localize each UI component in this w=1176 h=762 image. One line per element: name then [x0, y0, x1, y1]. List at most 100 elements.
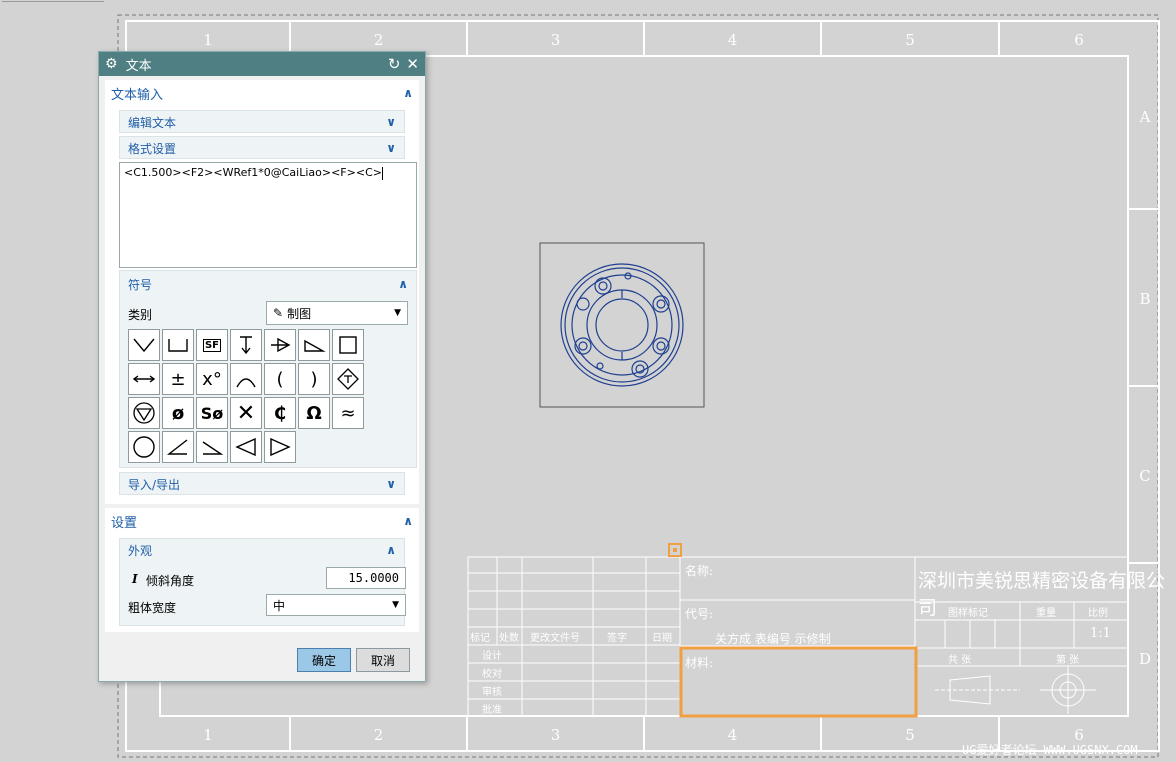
slant-angle-input[interactable]: 15.0000: [326, 567, 406, 589]
symbol-omega[interactable]: Ω: [298, 397, 330, 429]
slant-value: 15.0000: [348, 571, 399, 585]
settings-header[interactable]: 设置 ∧: [105, 508, 419, 534]
drafting-icon: ✎: [273, 306, 284, 320]
import-export-section[interactable]: 导入/导出 ∨: [119, 472, 405, 495]
symbol-circle[interactable]: [128, 431, 160, 463]
appearance-header[interactable]: 外观 ∧: [120, 539, 404, 561]
settings-group: 设置 ∧ 外观 ∧ I 倾斜角度 15.0000 粗体宽度 中 ▼: [105, 508, 419, 632]
bold-width-select[interactable]: 中 ▼: [266, 594, 406, 616]
cancel-button[interactable]: 取消: [356, 648, 410, 672]
chevron-up-icon: ∧: [398, 277, 408, 291]
symbol-surface-finish[interactable]: [128, 329, 160, 361]
symbol-right-paren[interactable]: ): [298, 363, 330, 395]
edit-text-section[interactable]: 编辑文本 ∨: [119, 110, 405, 133]
italic-icon: I: [132, 572, 138, 586]
symbol-depth[interactable]: [230, 329, 262, 361]
symbol-angle[interactable]: [162, 431, 194, 463]
rev-header-sign: 签字: [607, 633, 627, 644]
zone-top-5: 5: [905, 31, 915, 49]
rev-header-mark: 标记: [470, 633, 490, 644]
symbol-header[interactable]: 符号 ∧: [120, 271, 416, 297]
zone-right-b: B: [1139, 290, 1151, 308]
text-input-header[interactable]: 文本输入 ∧: [105, 80, 419, 106]
symbol-title: 符号: [128, 277, 153, 292]
symbol-spotface[interactable]: SF: [196, 329, 228, 361]
category-value: 制图: [287, 306, 312, 321]
symbol-approx[interactable]: ≈: [332, 397, 364, 429]
symbol-left-paren[interactable]: (: [264, 363, 296, 395]
sheet-label-scale: 比例: [1088, 608, 1108, 619]
symbol-plus-minus[interactable]: ±: [162, 363, 194, 395]
slant-label: 倾斜角度: [146, 574, 195, 588]
text-dialog[interactable]: ⚙ 文本 ↻ ✕ 文本输入 ∧ 编辑文本 ∨ 格式设置 ∨ <C1.500><F…: [98, 51, 426, 682]
symbol-cross[interactable]: ✕: [230, 397, 262, 429]
chevron-down-icon: ∨: [386, 141, 396, 155]
zone-bottom-2: 2: [373, 726, 384, 744]
text-input-group: 文本输入 ∧ 编辑文本 ∨ 格式设置 ∨ <C1.500><F2><WRef1*…: [105, 80, 419, 504]
rev-header-count: 处数: [499, 633, 519, 644]
category-select[interactable]: ✎ 制图 ▼: [266, 301, 408, 325]
zone-top-1: 1: [203, 31, 213, 49]
settings-title: 设置: [111, 515, 138, 531]
format-settings-label: 格式设置: [128, 141, 177, 156]
symbol-square[interactable]: [332, 329, 364, 361]
symbol-datum-target[interactable]: [332, 363, 364, 395]
rev-header-date: 日期: [652, 633, 672, 644]
zone-bottom-1: 1: [203, 726, 213, 744]
chevron-down-icon: ∨: [386, 115, 396, 129]
code-label: 代号:: [685, 607, 714, 621]
sign-row-approve: 批准: [482, 705, 502, 716]
page-total: 共 张: [948, 655, 972, 666]
chevron-up-icon: ∧: [403, 86, 413, 100]
zone-right-d: D: [1138, 650, 1152, 668]
ok-button[interactable]: 确定: [297, 648, 351, 672]
chevron-up-icon: ∧: [386, 543, 396, 557]
chevron-down-icon: ∨: [386, 477, 396, 491]
symbol-grid: SF ± x° ( ) ø Sø ✕ ₵ Ω ≈: [128, 329, 364, 463]
dropdown-arrow-icon: ▼: [394, 308, 401, 318]
zone-top-4: 4: [727, 31, 738, 49]
symbol-degree[interactable]: x°: [196, 363, 228, 395]
category-label: 类别: [128, 308, 153, 322]
dialog-title: 文本: [125, 58, 152, 74]
edit-text-label: 编辑文本: [128, 115, 177, 130]
text-editor[interactable]: <C1.500><F2><WRef1*0@CaiLiao><F><C>: [119, 162, 417, 268]
symbol-diameter[interactable]: ø: [162, 397, 194, 429]
reset-icon[interactable]: ↻: [388, 55, 401, 73]
sign-row-design: 设计: [482, 651, 502, 662]
watermark: UG爱好者论坛 WWW.UGSNX.COM: [962, 743, 1138, 757]
scale-value: 1:1: [1090, 626, 1111, 641]
gear-icon[interactable]: ⚙: [105, 56, 118, 72]
zone-right-c: C: [1139, 467, 1151, 485]
symbol-conical-taper[interactable]: [128, 397, 160, 429]
bold-width-value: 中: [273, 598, 286, 613]
zone-bottom-3: 3: [550, 726, 561, 744]
symbol-counterbore[interactable]: [162, 329, 194, 361]
zone-top-6: 6: [1074, 31, 1084, 49]
symbol-angle-reverse[interactable]: [196, 431, 228, 463]
symbol-spherical-diameter[interactable]: Sø: [196, 397, 228, 429]
symbol-slope[interactable]: [298, 329, 330, 361]
import-export-label: 导入/导出: [128, 477, 181, 492]
zone-top-2: 2: [373, 31, 384, 49]
text-content: <C1.500><F2><WRef1*0@CaiLiao><F><C>: [124, 166, 382, 179]
zone-bottom-4: 4: [727, 726, 738, 744]
zone-right-a: A: [1139, 108, 1151, 126]
rev-header-file: 更改文件号: [530, 633, 580, 644]
drawn-by: 关方成 表编号 示修制: [715, 632, 831, 646]
symbol-triangle-left[interactable]: [230, 431, 262, 463]
symbol-between[interactable]: [128, 363, 160, 395]
symbol-arc-length[interactable]: [230, 363, 262, 395]
close-icon[interactable]: ✕: [406, 55, 419, 73]
format-settings-section[interactable]: 格式设置 ∨: [119, 136, 405, 159]
chevron-up-icon: ∧: [403, 514, 413, 528]
zone-top-3: 3: [550, 31, 561, 49]
material-label[interactable]: 材料:: [685, 654, 713, 671]
symbol-centerline[interactable]: ₵: [264, 397, 296, 429]
dialog-titlebar[interactable]: ⚙ 文本 ↻ ✕: [99, 52, 425, 76]
appearance-section: 外观 ∧ I 倾斜角度 15.0000 粗体宽度 中 ▼: [119, 538, 406, 626]
sheet-label-mark: 图样标记: [948, 608, 988, 619]
name-label: 名称:: [685, 564, 714, 578]
symbol-countersink[interactable]: [264, 329, 296, 361]
symbol-triangle-right[interactable]: [264, 431, 296, 463]
